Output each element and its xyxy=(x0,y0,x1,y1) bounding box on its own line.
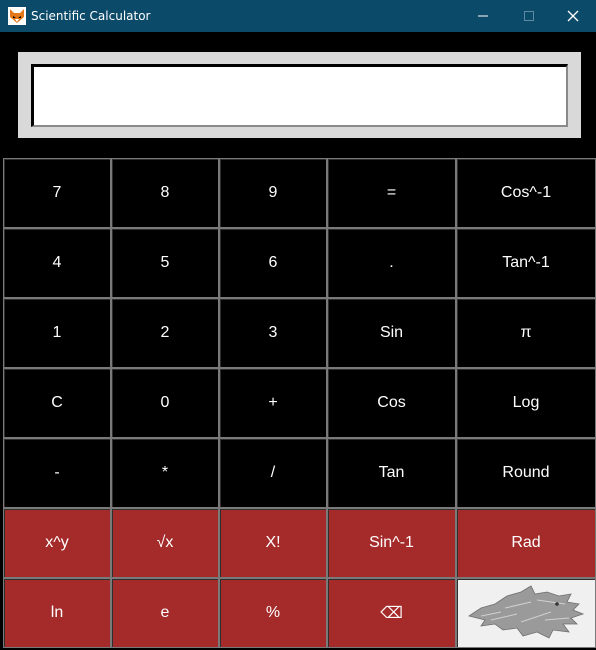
maximize-button[interactable] xyxy=(506,0,552,32)
key-9[interactable]: 9 xyxy=(219,158,327,228)
key-label: Tan^-1 xyxy=(502,254,550,271)
maximize-icon xyxy=(524,11,534,21)
key-cos[interactable]: Cos xyxy=(327,368,456,438)
key-label: ln xyxy=(50,604,64,621)
key-7[interactable]: 7 xyxy=(3,158,111,228)
key-label: Sin^-1 xyxy=(369,534,414,551)
key-divide[interactable]: / xyxy=(219,438,327,508)
wolf-emblem-button[interactable] xyxy=(456,578,596,648)
wolf-emblem-icon xyxy=(468,585,585,639)
key-x-powy[interactable]: x^y xyxy=(3,508,111,578)
key-label: 9 xyxy=(268,184,278,201)
key-label: 4 xyxy=(52,254,62,271)
key-round[interactable]: Round xyxy=(456,438,596,508)
key-3[interactable]: 3 xyxy=(219,298,327,368)
key-label: 5 xyxy=(160,254,170,271)
key-label: Cos xyxy=(377,394,406,411)
key-label: . xyxy=(389,254,394,271)
key-factorial[interactable]: X! xyxy=(219,508,327,578)
key-label: Round xyxy=(502,464,550,481)
key-label: C xyxy=(51,394,63,411)
key-label: 6 xyxy=(268,254,278,271)
key-label: x^y xyxy=(45,534,69,551)
key-label: + xyxy=(268,394,278,411)
key-label: 1 xyxy=(52,324,62,341)
key-label: √x xyxy=(156,534,174,551)
key-2[interactable]: 2 xyxy=(111,298,219,368)
display-field[interactable] xyxy=(31,64,568,127)
window-title: Scientific Calculator xyxy=(31,9,151,23)
title-bar: Scientific Calculator xyxy=(0,0,596,32)
key-label: 7 xyxy=(52,184,62,201)
key-decimal[interactable]: . xyxy=(327,228,456,298)
key-label: 8 xyxy=(160,184,170,201)
key-4[interactable]: 4 xyxy=(3,228,111,298)
key-label: 3 xyxy=(268,324,278,341)
key-cos-pow-1[interactable]: Cos^-1 xyxy=(456,158,596,228)
key-8[interactable]: 8 xyxy=(111,158,219,228)
key-e[interactable]: e xyxy=(111,578,219,648)
key-label: / xyxy=(270,464,276,481)
key-backspace[interactable]: ⌫ xyxy=(327,578,456,648)
key-minus[interactable]: - xyxy=(3,438,111,508)
key-label: Tan xyxy=(378,464,405,481)
key-label: - xyxy=(54,464,60,481)
fox-icon xyxy=(8,7,26,25)
key-c[interactable]: C xyxy=(3,368,111,438)
key-label: Rad xyxy=(511,534,541,551)
key-sqrt[interactable]: √x xyxy=(111,508,219,578)
key-sin-pow-1[interactable]: Sin^-1 xyxy=(327,508,456,578)
key-label: π xyxy=(520,324,532,341)
key-sin[interactable]: Sin xyxy=(327,298,456,368)
key-label: Log xyxy=(512,394,540,411)
key-tan-pow-1[interactable]: Tan^-1 xyxy=(456,228,596,298)
key-label: Cos^-1 xyxy=(500,184,552,201)
close-icon xyxy=(567,10,579,22)
key-log[interactable]: Log xyxy=(456,368,596,438)
key-label: 0 xyxy=(160,394,170,411)
key-label: Sin xyxy=(379,324,404,341)
key-ln[interactable]: ln xyxy=(3,578,111,648)
key-0[interactable]: 0 xyxy=(111,368,219,438)
key-label: e xyxy=(160,604,170,621)
key-label: % xyxy=(265,604,281,621)
key-label: = xyxy=(386,184,397,201)
key-label: * xyxy=(161,464,169,481)
key-percent[interactable]: % xyxy=(219,578,327,648)
key-6[interactable]: 6 xyxy=(219,228,327,298)
key-label: 2 xyxy=(160,324,170,341)
key-5[interactable]: 5 xyxy=(111,228,219,298)
key-rad[interactable]: Rad xyxy=(456,508,596,578)
key-label: ⌫ xyxy=(380,605,403,622)
key-pi[interactable]: π xyxy=(456,298,596,368)
key-1[interactable]: 1 xyxy=(3,298,111,368)
minimize-button[interactable] xyxy=(460,0,506,32)
key-equals[interactable]: = xyxy=(327,158,456,228)
key-plus[interactable]: + xyxy=(219,368,327,438)
key-multiply[interactable]: * xyxy=(111,438,219,508)
minimize-icon xyxy=(478,15,488,17)
close-button[interactable] xyxy=(550,0,596,32)
key-tan[interactable]: Tan xyxy=(327,438,456,508)
key-label: X! xyxy=(265,534,281,551)
